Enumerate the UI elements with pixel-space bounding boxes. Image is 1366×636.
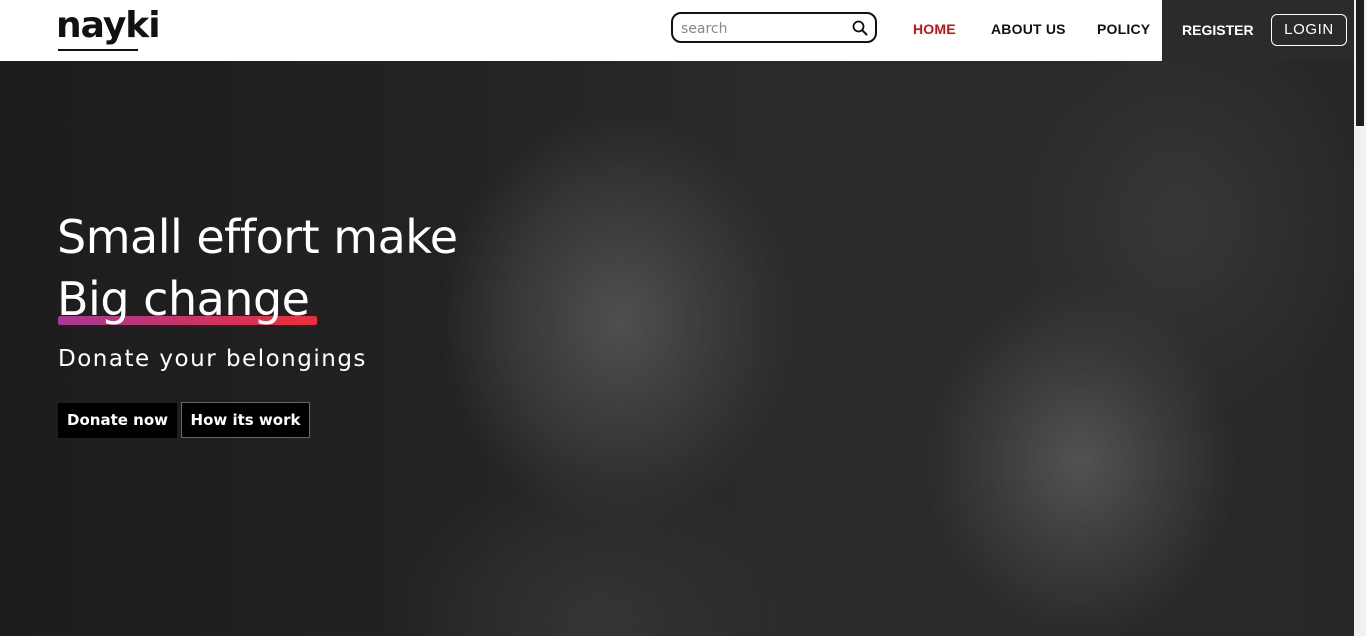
- scrollbar-thumb[interactable]: [1356, 0, 1364, 126]
- logo[interactable]: nayki: [56, 6, 161, 46]
- header: nayki HOME ABOUT US POLICY: [0, 0, 1162, 61]
- register-link[interactable]: REGISTER: [1182, 22, 1254, 38]
- hero-headline-line2: Big change: [57, 272, 310, 326]
- nav-about-us[interactable]: ABOUT US: [991, 21, 1066, 37]
- scrollbar[interactable]: [1354, 0, 1366, 636]
- hero-headline-line1: Small effort make: [57, 210, 458, 264]
- login-button[interactable]: LOGIN: [1271, 14, 1347, 46]
- logo-underline: [58, 49, 138, 51]
- nav-home[interactable]: HOME: [913, 21, 956, 37]
- donate-now-button[interactable]: Donate now: [58, 403, 177, 438]
- search-input[interactable]: [679, 18, 853, 40]
- nav-policy[interactable]: POLICY: [1097, 21, 1150, 37]
- hero-subheadline: Donate your belongings: [58, 346, 367, 372]
- search-icon[interactable]: [852, 20, 868, 36]
- how-it-works-button[interactable]: How its work: [181, 402, 310, 438]
- search-box: [671, 12, 877, 43]
